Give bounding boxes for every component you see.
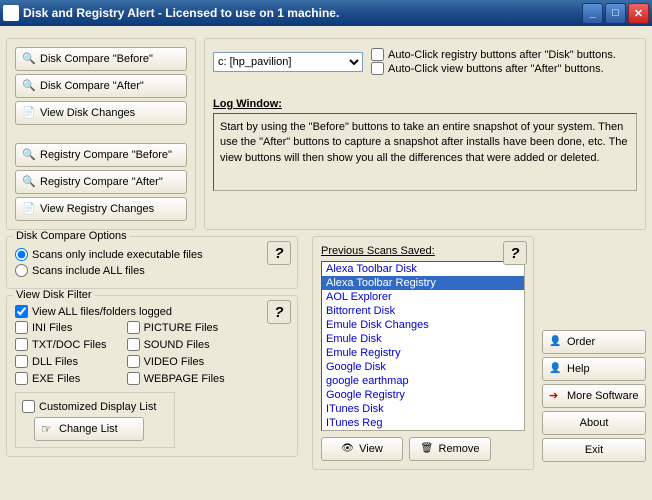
log-window-label: Log Window:	[213, 98, 637, 110]
list-item[interactable]: Emule Registry	[322, 346, 524, 360]
registry-compare-after-button[interactable]: Registry Compare "After"	[15, 170, 187, 194]
previous-scans-listbox[interactable]: Alexa Toolbar DiskAlexa Toolbar Registry…	[321, 261, 525, 431]
maximize-button[interactable]: □	[605, 3, 626, 24]
customized-display-label: Customized Display List	[39, 401, 156, 413]
minimize-button[interactable]: _	[582, 3, 603, 24]
auto-click-view-label: Auto-Click view buttons after "After" bu…	[388, 63, 604, 75]
picture-files-checkbox[interactable]	[127, 321, 140, 334]
help-button[interactable]: Help	[542, 357, 646, 381]
sound-files-checkbox[interactable]	[127, 338, 140, 351]
help-icon	[549, 362, 563, 376]
list-item[interactable]: Emule Disk Changes	[322, 318, 524, 332]
disk-compare-after-button[interactable]: Disk Compare "After"	[15, 74, 187, 98]
list-item[interactable]: Limewire Disk	[322, 430, 524, 431]
list-item[interactable]: Google Registry	[322, 388, 524, 402]
list-item[interactable]: Emule Disk	[322, 332, 524, 346]
change-list-button[interactable]: Change List	[34, 417, 144, 441]
close-button[interactable]: ✕	[628, 3, 649, 24]
remove-scan-button[interactable]: Remove	[409, 437, 491, 461]
customized-display-checkbox[interactable]	[22, 400, 35, 413]
auto-click-view-checkbox[interactable]	[371, 62, 384, 75]
filter-help-button[interactable]: ?	[267, 300, 291, 324]
scans-executable-radio[interactable]	[15, 248, 28, 261]
order-button[interactable]: Order	[542, 330, 646, 354]
eye-icon	[341, 442, 355, 456]
magnify-icon	[22, 175, 36, 189]
previous-scans-label: Previous Scans Saved:	[321, 245, 525, 257]
disk-compare-before-button[interactable]: Disk Compare "Before"	[15, 47, 187, 71]
view-scan-button[interactable]: View	[321, 437, 403, 461]
list-item[interactable]: Google Disk	[322, 360, 524, 374]
scans-all-radio[interactable]	[15, 264, 28, 277]
magnify-icon	[22, 52, 36, 66]
list-item[interactable]: ITunes Disk	[322, 402, 524, 416]
app-icon: ⚙	[3, 5, 19, 21]
magnify-icon	[22, 148, 36, 162]
exe-files-checkbox[interactable]	[15, 372, 28, 385]
trash-icon	[421, 442, 435, 456]
list-item[interactable]: ITunes Reg	[322, 416, 524, 430]
list-item[interactable]: Alexa Toolbar Registry	[322, 276, 524, 290]
view-all-files-label: View ALL files/folders logged	[32, 306, 172, 318]
ini-files-checkbox[interactable]	[15, 321, 28, 334]
view-all-files-checkbox[interactable]	[15, 305, 28, 318]
dll-files-checkbox[interactable]	[15, 355, 28, 368]
video-files-checkbox[interactable]	[127, 355, 140, 368]
list-item[interactable]: Bittorrent Disk	[322, 304, 524, 318]
list-item[interactable]: Alexa Toolbar Disk	[322, 262, 524, 276]
arrow-icon	[549, 389, 563, 403]
list-item[interactable]: AOL Explorer	[322, 290, 524, 304]
disk-compare-options-title: Disk Compare Options	[13, 230, 130, 242]
drive-select[interactable]: c: [hp_pavilion]	[213, 52, 363, 72]
webpage-files-checkbox[interactable]	[127, 372, 140, 385]
auto-click-registry-label: Auto-Click registry buttons after "Disk"…	[388, 49, 616, 61]
list-item[interactable]: google earthmap	[322, 374, 524, 388]
txt-files-checkbox[interactable]	[15, 338, 28, 351]
about-button[interactable]: About	[542, 411, 646, 435]
view-disk-changes-button[interactable]: View Disk Changes	[15, 101, 187, 125]
more-software-button[interactable]: More Software	[542, 384, 646, 408]
document-icon	[22, 106, 36, 120]
view-disk-filter-title: View Disk Filter	[13, 289, 95, 301]
auto-click-registry-checkbox[interactable]	[371, 48, 384, 61]
exit-button[interactable]: Exit	[542, 438, 646, 462]
registry-compare-before-button[interactable]: Registry Compare "Before"	[15, 143, 187, 167]
disk-options-help-button[interactable]: ?	[267, 241, 291, 265]
person-icon	[549, 335, 563, 349]
window-title: Disk and Registry Alert - Licensed to us…	[23, 6, 582, 20]
scans-executable-label: Scans only include executable files	[32, 249, 203, 261]
scans-help-button[interactable]: ?	[503, 241, 527, 265]
scans-all-label: Scans include ALL files	[32, 265, 145, 277]
magnify-icon	[22, 79, 36, 93]
log-window-text: Start by using the "Before" buttons to t…	[213, 113, 637, 191]
document-icon	[22, 202, 36, 216]
pointer-icon	[41, 422, 55, 436]
view-registry-changes-button[interactable]: View Registry Changes	[15, 197, 187, 221]
